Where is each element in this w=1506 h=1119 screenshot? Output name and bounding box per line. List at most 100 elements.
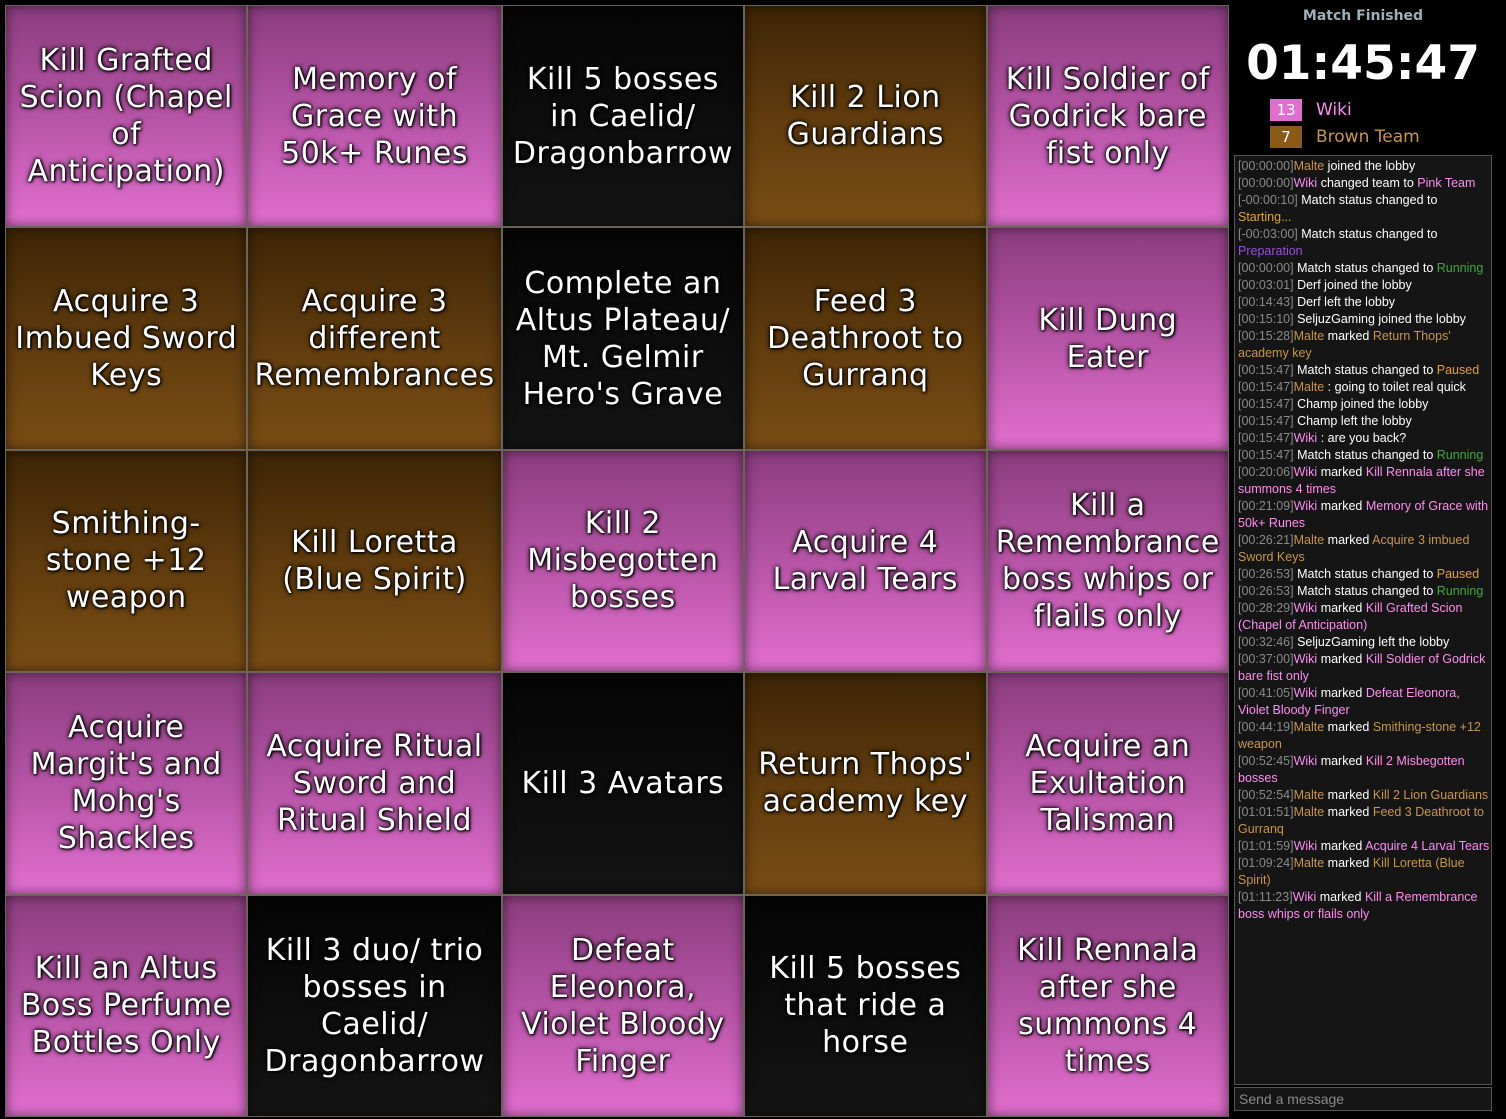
board-cell[interactable]: Kill a Remembrance boss whips or flails … bbox=[987, 450, 1228, 672]
chat-timestamp: [00:20:06] bbox=[1238, 465, 1294, 479]
board-cell[interactable]: Acquire 3 Imbued Sword Keys bbox=[6, 228, 247, 449]
chat-text: Running bbox=[1436, 584, 1484, 598]
chat-message: [00:15:47]Malte : going to toilet real q… bbox=[1238, 379, 1491, 396]
chat-text: Malte bbox=[1293, 720, 1325, 734]
board-cell[interactable]: Kill 5 bosses in Caelid/ Dragonbarrow bbox=[502, 6, 744, 227]
chat-timestamp: [00:14:43] bbox=[1238, 295, 1294, 309]
chat-text: Malte bbox=[1293, 329, 1325, 343]
board-cell[interactable]: Memory of Grace with 50k+ Runes bbox=[248, 6, 501, 227]
chat-text: marked bbox=[1316, 890, 1365, 904]
chat-timestamp: [01:11:23] bbox=[1238, 890, 1293, 904]
chat-text: Wiki bbox=[1293, 686, 1318, 700]
board-cell[interactable]: Acquire 4 Larval Tears bbox=[745, 450, 986, 672]
board-cell[interactable]: Acquire 3 different Remembrances bbox=[248, 228, 501, 449]
chat-timestamp: [00:41:05] bbox=[1238, 686, 1294, 700]
team-score-brown: 7 bbox=[1270, 126, 1302, 148]
chat-text: marked bbox=[1324, 856, 1373, 870]
chat-text: Champ left the lobby bbox=[1293, 414, 1412, 428]
chat-timestamp: [00:15:47] bbox=[1238, 414, 1294, 428]
chat-text: Acquire 4 Larval Tears bbox=[1365, 839, 1490, 853]
chat-message: [00:15:47] Match status changed to Runni… bbox=[1238, 447, 1491, 464]
chat-text: marked bbox=[1317, 839, 1366, 853]
chat-text: Wiki bbox=[1293, 601, 1318, 615]
board-cell[interactable]: Kill Grafted Scion (Chapel of Anticipati… bbox=[6, 6, 247, 227]
chat-message-input[interactable] bbox=[1234, 1087, 1492, 1111]
team-name-wiki: Wiki bbox=[1316, 100, 1352, 120]
chat-text: Wiki bbox=[1293, 652, 1318, 666]
chat-message: [01:09:24]Malte marked Kill Loretta (Blu… bbox=[1238, 855, 1491, 889]
chat-timestamp: [00:26:21] bbox=[1238, 533, 1294, 547]
chat-message: [01:11:23]Wiki marked Kill a Remembrance… bbox=[1238, 889, 1491, 923]
chat-text: Preparation bbox=[1238, 244, 1303, 258]
board-cell[interactable]: Kill 5 bosses that ride a horse bbox=[745, 895, 986, 1116]
chat-text: Wiki bbox=[1293, 499, 1318, 513]
chat-text: : are you back? bbox=[1317, 431, 1407, 445]
chat-message: [00:03:01] Derf joined the lobby bbox=[1238, 277, 1491, 294]
chat-timestamp: [00:00:00] bbox=[1238, 261, 1294, 275]
board-cell[interactable]: Smithing-stone +12 weapon bbox=[6, 450, 247, 672]
chat-timestamp: [00:15:47] bbox=[1238, 397, 1294, 411]
chat-text: Wiki bbox=[1293, 839, 1318, 853]
match-status: Match Finished bbox=[1302, 8, 1424, 24]
board-cell[interactable]: Kill 3 Avatars bbox=[502, 673, 744, 894]
chat-message: [00:21:09]Wiki marked Memory of Grace wi… bbox=[1238, 498, 1491, 532]
chat-text: Match status changed to bbox=[1293, 584, 1437, 598]
chat-message: [00:44:19]Malte marked Smithing-stone +1… bbox=[1238, 719, 1491, 753]
chat-message: [00:26:21]Malte marked Acquire 3 imbued … bbox=[1238, 532, 1491, 566]
chat-timestamp: [-00:03:00] bbox=[1238, 227, 1298, 241]
chat-text: marked bbox=[1317, 601, 1366, 615]
chat-text: Kill 2 Lion Guardians bbox=[1372, 788, 1489, 802]
board-cell[interactable]: Kill an Altus Boss Perfume Bottles Only bbox=[6, 895, 247, 1116]
board-cell[interactable]: Kill 2 Misbegotten bosses bbox=[502, 450, 744, 672]
chat-text: marked bbox=[1324, 533, 1373, 547]
board-cell[interactable]: Feed 3 Deathroot to Gurranq bbox=[745, 228, 986, 449]
board-cell[interactable]: Kill 2 Lion Guardians bbox=[745, 6, 986, 227]
chat-timestamp: [00:21:09] bbox=[1238, 499, 1294, 513]
board-cell[interactable]: Acquire Ritual Sword and Ritual Shield bbox=[248, 673, 501, 894]
chat-text: Malte bbox=[1293, 380, 1325, 394]
chat-message: [00:14:43] Derf left the lobby bbox=[1238, 294, 1491, 311]
chat-timestamp: [00:26:53] bbox=[1238, 567, 1294, 581]
chat-text: Wiki bbox=[1292, 890, 1317, 904]
chat-message: [00:52:45]Wiki marked Kill 2 Misbegotten… bbox=[1238, 753, 1491, 787]
chat-text: Malte bbox=[1293, 856, 1325, 870]
chat-text: : going to toilet real quick bbox=[1324, 380, 1466, 394]
chat-message: [00:26:53] Match status changed to Runni… bbox=[1238, 583, 1491, 600]
match-timer: 01:45:47 bbox=[1246, 36, 1480, 91]
chat-log[interactable]: [00:00:00] Malte joined the lobby [00:00:0… bbox=[1234, 155, 1492, 1085]
chat-message: [00:00:00]Wiki changed team to Pink Team bbox=[1238, 175, 1491, 192]
board-cell[interactable]: Return Thops' academy key bbox=[745, 673, 986, 894]
chat-text: Match status changed to bbox=[1293, 363, 1437, 377]
team-name-brown: Brown Team bbox=[1316, 127, 1420, 147]
chat-text: Match status changed to bbox=[1297, 193, 1438, 207]
board-cell[interactable]: Kill Dung Eater bbox=[987, 228, 1228, 449]
board-cell[interactable]: Complete an Altus Plateau/ Mt. Gelmir He… bbox=[502, 228, 744, 449]
bingo-board: Kill Grafted Scion (Chapel of Anticipati… bbox=[5, 5, 1229, 1117]
board-cell[interactable]: Kill Loretta (Blue Spirit) bbox=[248, 450, 501, 672]
chat-text: marked bbox=[1324, 329, 1373, 343]
chat-timestamp: [01:09:24] bbox=[1238, 856, 1294, 870]
team-row-brown: 7 Brown Team bbox=[1270, 126, 1420, 148]
chat-timestamp: [00:15:10] bbox=[1238, 312, 1294, 326]
board-cell[interactable]: Kill 3 duo/ trio bosses in Caelid/ Drago… bbox=[248, 895, 501, 1116]
chat-text: marked bbox=[1317, 465, 1366, 479]
chat-timestamp: [01:01:59] bbox=[1238, 839, 1294, 853]
chat-text: SeljuzGaming left the lobby bbox=[1293, 635, 1450, 649]
board-cell[interactable]: Kill Soldier of Godrick bare fist only bbox=[987, 6, 1228, 227]
chat-timestamp: [00:15:47] bbox=[1238, 431, 1294, 445]
chat-text: SeljuzGaming joined the lobby bbox=[1293, 312, 1466, 326]
sidebar: Match Finished 01:45:47 13 Wiki 7 Brown … bbox=[1232, 0, 1506, 1119]
chat-timestamp: [-00:00:10] bbox=[1238, 193, 1298, 207]
board-cell[interactable]: Kill Rennala after she summons 4 times bbox=[987, 895, 1228, 1116]
board-cell[interactable]: Defeat Eleonora, Violet Bloody Finger bbox=[502, 895, 744, 1116]
chat-text: joined the lobby bbox=[1324, 159, 1416, 173]
chat-text: Running bbox=[1436, 261, 1484, 275]
chat-text: marked bbox=[1317, 652, 1366, 666]
chat-message: [01:01:51]Malte marked Feed 3 Deathroot … bbox=[1238, 804, 1491, 838]
board-cell[interactable]: Acquire Margit's and Mohg's Shackles bbox=[6, 673, 247, 894]
chat-message: [-00:03:00] Match status changed to Prep… bbox=[1238, 226, 1491, 260]
chat-text: Malte bbox=[1293, 805, 1325, 819]
chat-text: Derf joined the lobby bbox=[1293, 278, 1412, 292]
board-cell[interactable]: Acquire an Exultation Talisman bbox=[987, 673, 1228, 894]
chat-text: Match status changed to bbox=[1293, 567, 1437, 581]
